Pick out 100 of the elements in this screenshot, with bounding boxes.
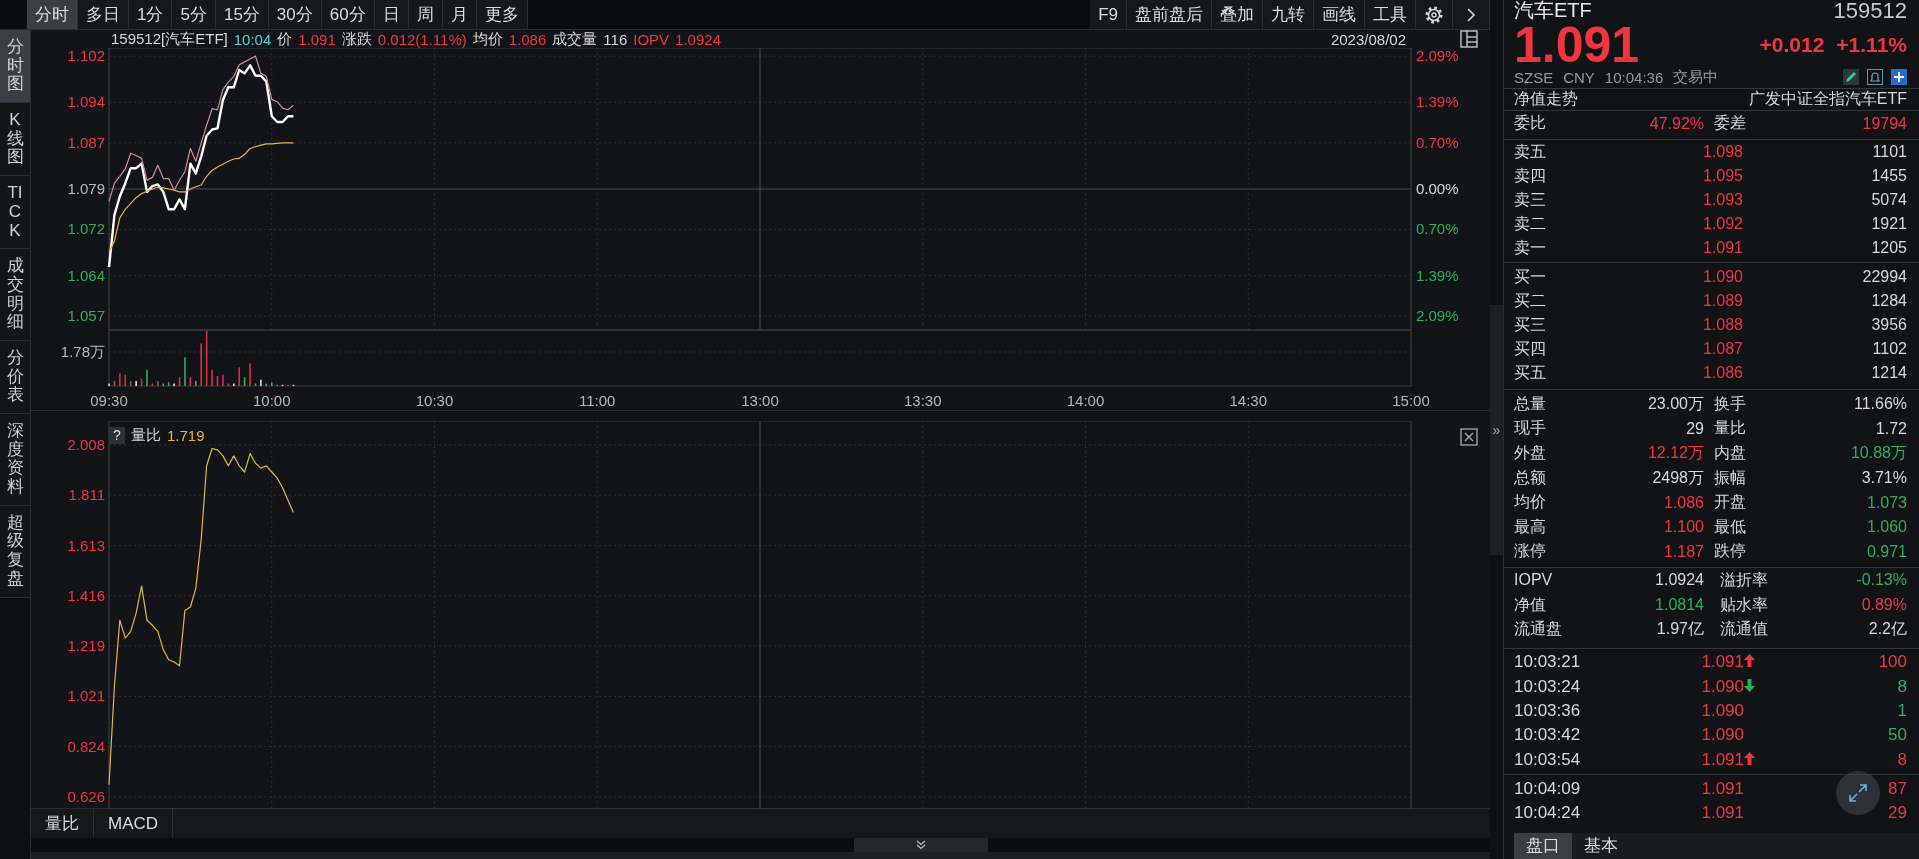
nav-trend-link[interactable]: 净值走势 xyxy=(1514,89,1578,110)
stat-label: 振幅 xyxy=(1713,467,1747,488)
axis-label: 1.219 xyxy=(67,636,105,654)
sidebar-tab[interactable]: 成交明细 xyxy=(0,249,30,341)
tool-button[interactable]: 叠加 xyxy=(1212,0,1263,29)
period-tab[interactable]: 多日 xyxy=(78,0,129,29)
period-tab[interactable]: 月 xyxy=(442,0,477,29)
stat-label: 现手 xyxy=(1514,418,1547,439)
tool-button[interactable]: F9 xyxy=(1090,0,1127,29)
level-label: 卖二 xyxy=(1514,213,1547,234)
period-tab[interactable]: 5分 xyxy=(172,0,216,29)
panel-tab[interactable]: 盘口 xyxy=(1514,832,1572,859)
tool-button[interactable]: 画线 xyxy=(1314,0,1365,29)
trade-price: 1.091 xyxy=(1701,749,1744,770)
sidebar-tab[interactable]: 分价表 xyxy=(0,340,30,414)
expand-button[interactable] xyxy=(1836,771,1880,815)
bell-icon[interactable] xyxy=(1867,69,1883,85)
axis-label: 0.626 xyxy=(67,788,105,806)
trade-time: 10:03:54 xyxy=(1514,749,1582,770)
sidebar-tab[interactable]: 超级复盘 xyxy=(0,505,30,598)
stat-label: 最高 xyxy=(1514,516,1547,537)
field-value: 1.086 xyxy=(508,30,547,48)
trade-volume: 87 xyxy=(1888,778,1907,799)
level-price: 1.086 xyxy=(1702,364,1743,382)
stat-label: 最低 xyxy=(1713,516,1747,537)
stat-value: 29 xyxy=(1686,419,1704,438)
layout-icon[interactable] xyxy=(1460,30,1478,48)
sidebar-tab[interactable]: K线图 xyxy=(0,103,30,177)
tool-button[interactable]: 盘前盘后 xyxy=(1127,0,1212,29)
axis-label: 1.087 xyxy=(67,133,105,151)
sidebar-tab[interactable]: 分时图 xyxy=(0,30,30,104)
trade-volume: 8 xyxy=(1897,676,1907,697)
stat-label: 流通值 xyxy=(1719,619,1769,640)
percent-label: 1.39% xyxy=(1416,93,1459,111)
time-label: 14:00 xyxy=(1066,392,1105,409)
period-tab[interactable]: 更多 xyxy=(476,0,528,29)
trade-time: 10:03:21 xyxy=(1514,652,1582,673)
period-tab[interactable]: 周 xyxy=(408,0,443,29)
level-label: 买三 xyxy=(1514,314,1547,335)
trade-price: 1.090 xyxy=(1701,676,1744,697)
settings-icon[interactable] xyxy=(1424,4,1444,25)
period-tab[interactable]: 1分 xyxy=(129,0,173,29)
stat-label: 流通盘 xyxy=(1514,619,1563,640)
stat-value: 47.92% xyxy=(1649,114,1704,133)
chevron-right-icon[interactable] xyxy=(1466,6,1476,23)
stat-value: 2498万 xyxy=(1652,467,1704,488)
stat-value: 19794 xyxy=(1862,114,1907,133)
price-change: +0.012 xyxy=(1759,33,1825,57)
level-label: 买五 xyxy=(1514,362,1547,383)
sidebar-tab[interactable]: TICK xyxy=(0,176,30,250)
period-tab[interactable]: 分时 xyxy=(27,0,78,29)
stat-value: 1.72 xyxy=(1875,419,1907,438)
level-price: 1.088 xyxy=(1702,316,1743,334)
field-label: IOPV xyxy=(633,30,670,48)
status-text: CNY xyxy=(1563,68,1595,86)
field-value: 1.0924 xyxy=(675,30,721,48)
level-volume: 3956 xyxy=(1871,316,1907,334)
period-tab[interactable]: 60分 xyxy=(321,0,375,29)
percent-label: 0.00% xyxy=(1416,180,1459,197)
side-handle[interactable]: » xyxy=(1490,304,1503,555)
plus-icon[interactable] xyxy=(1891,69,1907,85)
level-price: 1.092 xyxy=(1702,215,1743,233)
indicator-label: 量比 xyxy=(131,426,161,445)
sidebar-tab[interactable]: 深度资料 xyxy=(0,414,30,506)
stat-value: 0.89% xyxy=(1861,596,1907,615)
percent-label: 2.09% xyxy=(1416,48,1459,65)
stat-value: 1.0814 xyxy=(1655,596,1704,615)
stat-label: 贴水率 xyxy=(1719,594,1769,615)
stat-label: 溢折率 xyxy=(1719,569,1769,590)
security-name: 汽车ETF xyxy=(1514,0,1592,23)
time-label: 10:04 xyxy=(233,30,272,48)
status-text: SZSE xyxy=(1514,68,1554,86)
pencil-icon[interactable] xyxy=(1843,69,1859,85)
field-label: 均价 xyxy=(472,29,503,49)
axis-label: 1.064 xyxy=(67,266,105,284)
level-label: 买一 xyxy=(1514,266,1547,287)
axis-label: 1.102 xyxy=(67,48,105,65)
stat-value: 11.66% xyxy=(1853,395,1907,414)
axis-label: 1.094 xyxy=(67,93,105,111)
stat-value: 1.100 xyxy=(1663,518,1704,537)
time-label: 10:00 xyxy=(253,392,291,409)
level-label: 卖三 xyxy=(1514,189,1547,210)
tool-button[interactable]: 九转 xyxy=(1263,0,1314,29)
trade-time: 10:03:24 xyxy=(1514,676,1582,697)
help-button[interactable]: ? xyxy=(109,427,125,444)
stat-label: 净值 xyxy=(1514,594,1547,615)
trade-price: 1.091 xyxy=(1701,652,1744,673)
stat-label: 开盘 xyxy=(1713,492,1747,513)
axis-label: 1.021 xyxy=(67,687,105,705)
percent-label: 0.70% xyxy=(1416,133,1459,151)
period-tab[interactable]: 日 xyxy=(374,0,409,29)
field-value: 1.091 xyxy=(298,30,336,48)
period-tab[interactable]: 30分 xyxy=(268,0,322,29)
period-tab[interactable]: 15分 xyxy=(215,0,269,29)
status-text: 交易中 xyxy=(1673,67,1719,87)
trade-volume: 100 xyxy=(1878,652,1907,673)
close-icon[interactable] xyxy=(1460,428,1478,446)
tool-button[interactable]: 工具 xyxy=(1365,0,1416,29)
trade-time: 10:03:42 xyxy=(1514,725,1582,746)
stat-label: 委比 xyxy=(1514,113,1547,133)
